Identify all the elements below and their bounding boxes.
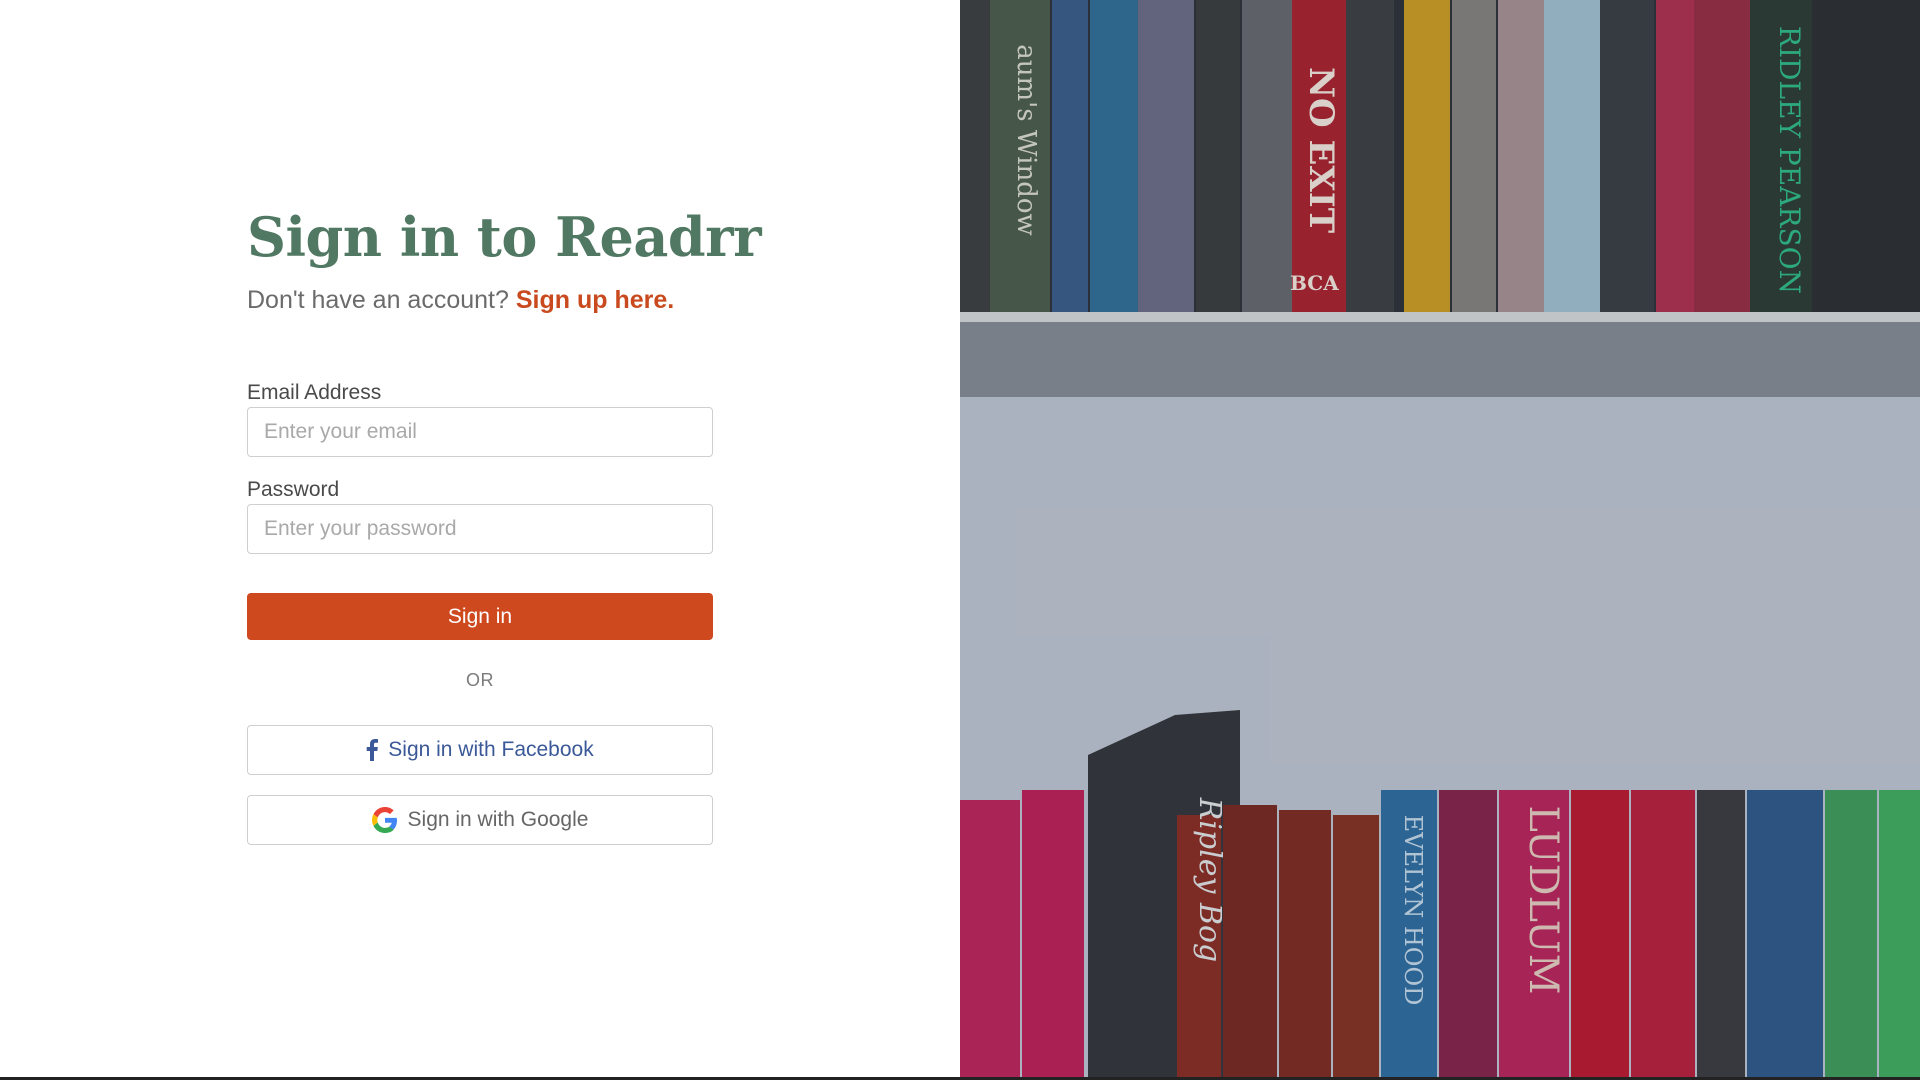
page-title: Sign in to Readrr	[247, 205, 762, 269]
bookshelf-illustration: aum's Window NO EXIT BCA RIDLEY PEARSON	[960, 0, 1920, 1080]
email-input[interactable]	[247, 407, 713, 457]
signup-prompt: Don't have an account? Sign up here.	[247, 286, 674, 315]
svg-text:LUDLUM: LUDLUM	[1520, 805, 1566, 994]
facebook-sign-in-button[interactable]: Sign in with Facebook	[247, 725, 713, 775]
google-sign-in-button[interactable]: Sign in with Google	[247, 795, 713, 845]
signup-link[interactable]: Sign up here.	[516, 286, 674, 314]
google-button-label: Sign in with Google	[407, 808, 589, 831]
facebook-icon	[366, 739, 379, 761]
google-icon	[371, 807, 398, 833]
or-divider: OR	[466, 670, 494, 690]
login-panel: Sign in to Readrr Don't have an account?…	[0, 0, 960, 1080]
email-label: Email Address	[247, 381, 382, 404]
svg-text:NO EXIT: NO EXIT	[1301, 67, 1341, 233]
top-shelf-books: aum's Window NO EXIT BCA RIDLEY PEARSON	[960, 0, 1920, 315]
svg-text:aum's Window: aum's Window	[1011, 44, 1041, 236]
facebook-button-label: Sign in with Facebook	[388, 738, 594, 761]
svg-text:EVELYN HOOD: EVELYN HOOD	[1399, 815, 1427, 1006]
hero-image: aum's Window NO EXIT BCA RIDLEY PEARSON	[960, 0, 1920, 1080]
password-label: Password	[247, 478, 340, 501]
signup-prompt-text: Don't have an account?	[247, 286, 509, 314]
sign-in-button[interactable]: Sign in	[247, 593, 713, 640]
password-input[interactable]	[247, 504, 713, 554]
svg-text:BCA: BCA	[1290, 271, 1339, 295]
svg-text:Ripley Bog: Ripley Bog	[1192, 797, 1227, 963]
svg-text:RIDLEY PEARSON: RIDLEY PEARSON	[1773, 26, 1806, 294]
